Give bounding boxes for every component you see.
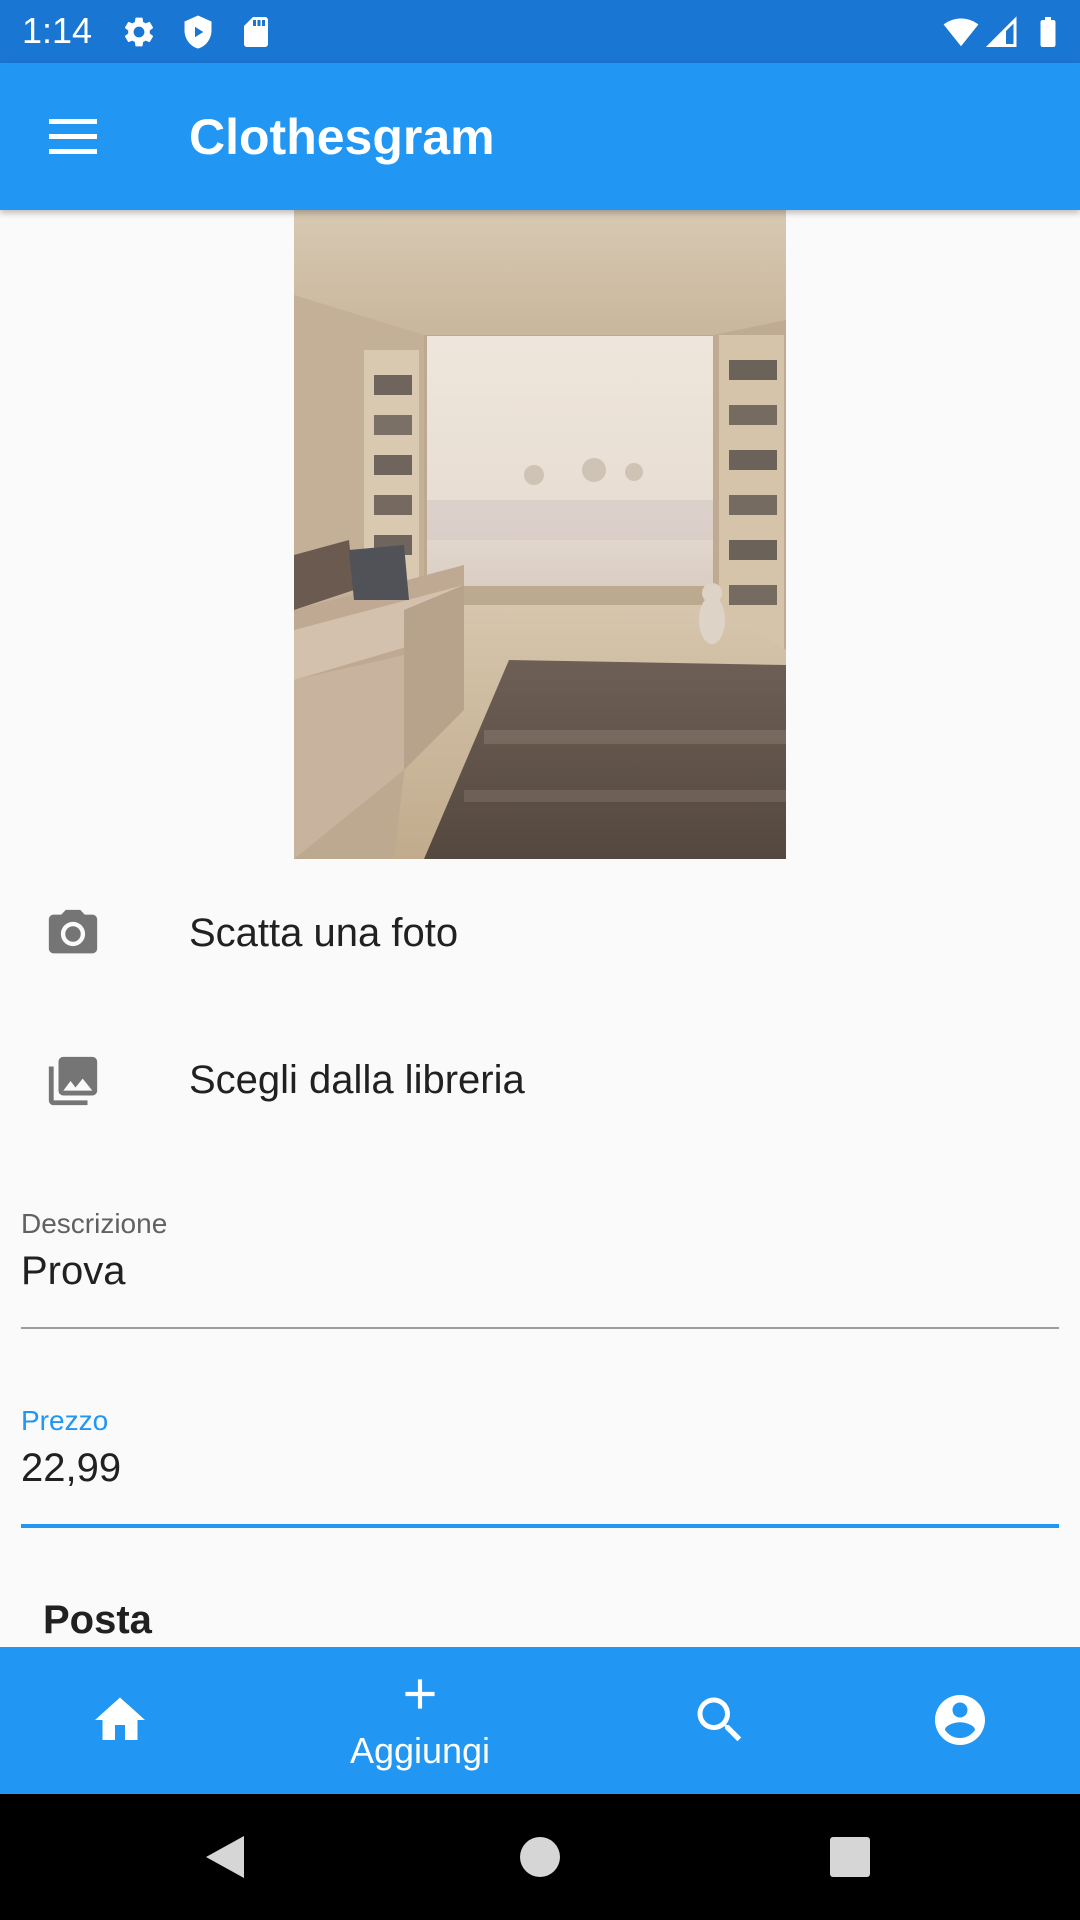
signal-icon — [985, 16, 1017, 47]
recents-icon[interactable] — [817, 1824, 883, 1890]
price-label: Prezzo — [21, 1405, 109, 1436]
take-photo-label: Scatta una foto — [189, 911, 459, 955]
nav-home[interactable] — [0, 1647, 240, 1794]
take-photo-button[interactable]: Scatta una foto — [0, 867, 1080, 997]
description-underline — [21, 1327, 1059, 1329]
search-icon — [697, 1697, 742, 1742]
choose-from-library-button[interactable]: Scegli dalla libreria — [0, 1014, 1080, 1144]
choose-from-library-label: Scegli dalla libreria — [189, 1058, 525, 1102]
nav-profile[interactable] — [840, 1647, 1080, 1794]
home-icon — [95, 1697, 145, 1740]
preview-image — [294, 210, 786, 859]
price-value[interactable]: 22,99 — [21, 1444, 121, 1492]
status-time: 1:14 — [22, 10, 93, 51]
wifi-icon — [943, 18, 979, 47]
account-circle-icon — [935, 1695, 985, 1745]
description-label: Descrizione — [21, 1208, 168, 1239]
app-bar: Clothesgram — [0, 63, 1080, 210]
photo-library-icon — [48, 1056, 98, 1106]
back-icon[interactable] — [192, 1824, 258, 1890]
app-title: Clothesgram — [189, 109, 495, 165]
system-nav-bar — [0, 1794, 1080, 1920]
shield-icon — [184, 15, 212, 49]
gear-icon — [124, 17, 154, 47]
price-underline — [21, 1524, 1059, 1528]
home-circle-icon[interactable] — [507, 1824, 573, 1890]
menu-icon[interactable] — [36, 107, 110, 167]
description-value[interactable]: Prova — [21, 1247, 126, 1295]
nav-add[interactable]: Aggiungi — [300, 1647, 540, 1794]
sd-card-icon — [244, 17, 268, 47]
camera-icon — [48, 909, 98, 954]
add-icon — [405, 1679, 435, 1709]
status-bar: 1:14 — [0, 0, 1080, 63]
nav-search[interactable] — [600, 1647, 840, 1794]
price-field[interactable]: Prezzo 22,99 — [21, 1404, 1059, 1530]
post-button-label[interactable]: Posta — [43, 1596, 152, 1644]
nav-add-label: Aggiungi — [349, 1730, 491, 1771]
bottom-nav: Aggiungi — [0, 1647, 1080, 1794]
battery-icon — [1040, 17, 1056, 47]
description-field[interactable]: Descrizione Prova — [21, 1207, 1059, 1331]
